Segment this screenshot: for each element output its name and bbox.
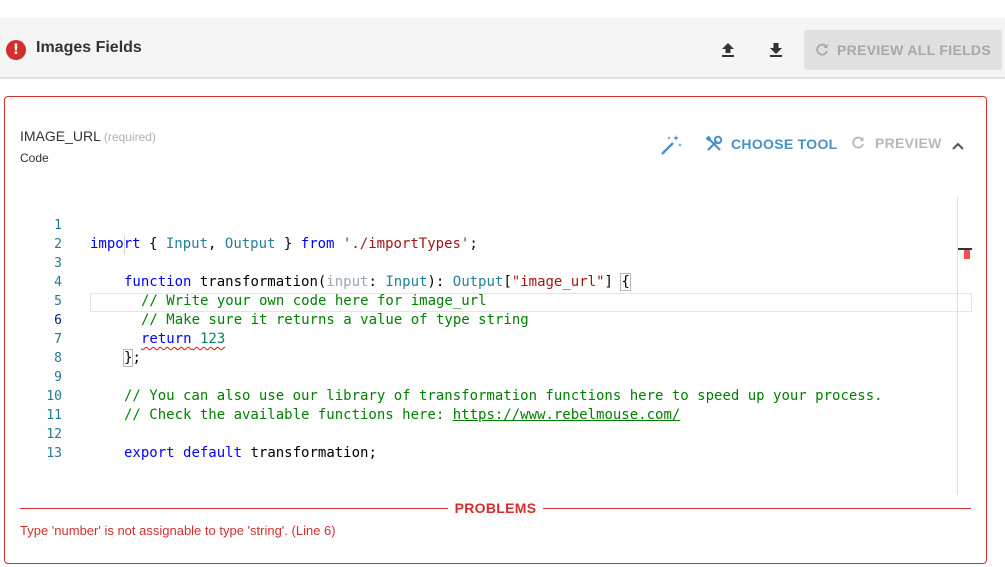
line-number: 13 [46, 446, 62, 461]
code-line: 5 // Make sure it returns a value of typ… [20, 273, 960, 328]
download-button[interactable] [763, 37, 789, 63]
page-title: Images Fields [36, 39, 142, 56]
magic-wand-icon [661, 135, 682, 155]
code-line-active: 6 return 123 [20, 292, 960, 347]
scrollbar-error-marker [964, 250, 970, 259]
preview-all-label: PREVIEW ALL FIELDS [837, 42, 991, 58]
problems-divider-right [543, 508, 971, 509]
problems-heading: PROBLEMS [454, 500, 537, 516]
editor-scrollbar[interactable] [957, 197, 958, 495]
download-icon [770, 43, 782, 57]
code-editor[interactable]: 1 import { Input, Output } from './impor… [20, 197, 972, 493]
refresh-icon [816, 43, 828, 56]
problems-divider-left [20, 508, 448, 509]
error-icon: ! [6, 40, 26, 60]
code-text: export default transformation; [124, 445, 377, 461]
field-card: IMAGE_URL (required) Code CHOOSE TOOL PRE… [4, 96, 987, 564]
code-line: 4 // Write your own code here for image_… [20, 254, 960, 309]
code-line: 11 [20, 387, 960, 423]
chevron-up-icon [952, 142, 964, 150]
code-line: 10 // Check the available functions here… [20, 368, 960, 423]
field-name-text: IMAGE_URL [20, 128, 101, 144]
choose-tool-button[interactable]: CHOOSE TOOL [705, 135, 838, 153]
choose-tool-label: CHOOSE TOOL [731, 136, 838, 152]
preview-all-fields-button[interactable]: PREVIEW ALL FIELDS [804, 30, 1002, 70]
required-label: (required) [103, 130, 156, 144]
field-type: Code [20, 151, 49, 165]
upload-icon [722, 43, 734, 57]
field-name: IMAGE_URL (required) [20, 128, 156, 144]
problem-message: Type 'number' is not assignable to type … [20, 523, 336, 538]
code-line: 7 }; [20, 311, 960, 367]
code-line: 3 function transformation(input: Input):… [20, 235, 960, 291]
upload-button[interactable] [715, 37, 741, 63]
code-line: 12 export default transformation; [20, 406, 960, 461]
tools-icon [705, 135, 723, 151]
code-line: 1 import { Input, Output } from './impor… [20, 197, 960, 252]
collapse-button[interactable] [951, 138, 965, 156]
code-line: 8 [20, 330, 960, 366]
refresh-icon [852, 136, 864, 149]
code-line: 9 // You can also use our library of tra… [20, 349, 960, 404]
fields-header: ! Images Fields PREVIEW ALL FIELDS [0, 18, 1005, 79]
magic-wand-button[interactable] [659, 133, 683, 162]
code-line: 13 [20, 425, 960, 461]
preview-button[interactable]: PREVIEW [851, 135, 942, 151]
code-line: 2 [20, 216, 960, 252]
preview-label: PREVIEW [875, 135, 942, 151]
